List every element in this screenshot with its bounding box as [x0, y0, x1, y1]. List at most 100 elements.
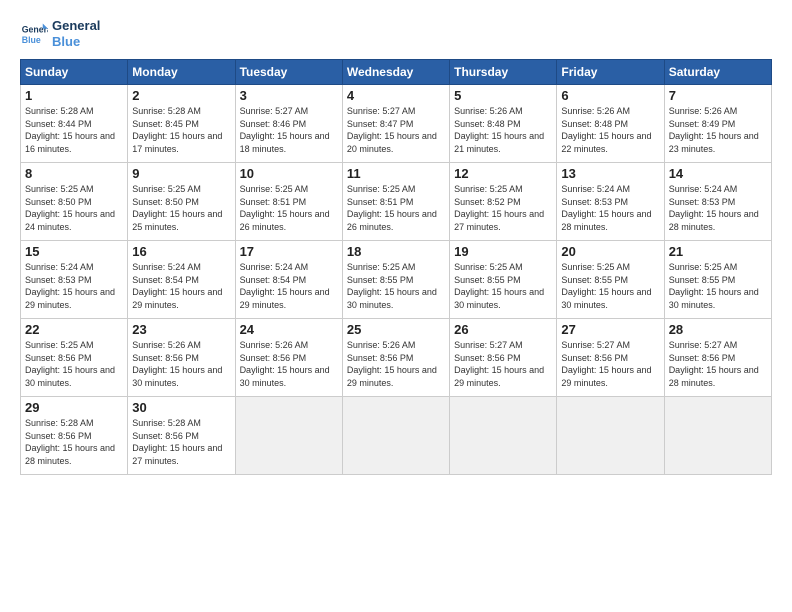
- day-cell-6: 6 Sunrise: 5:26 AM Sunset: 8:48 PM Dayli…: [557, 85, 664, 163]
- day-info: Sunrise: 5:26 AM Sunset: 8:56 PM Dayligh…: [132, 339, 230, 389]
- day-cell-5: 5 Sunrise: 5:26 AM Sunset: 8:48 PM Dayli…: [450, 85, 557, 163]
- day-number: 9: [132, 166, 230, 181]
- day-number: 28: [669, 322, 767, 337]
- day-cell-2: 2 Sunrise: 5:28 AM Sunset: 8:45 PM Dayli…: [128, 85, 235, 163]
- day-cell-18: 18 Sunrise: 5:25 AM Sunset: 8:55 PM Dayl…: [342, 241, 449, 319]
- day-cell-30: 30 Sunrise: 5:28 AM Sunset: 8:56 PM Dayl…: [128, 397, 235, 475]
- day-cell-27: 27 Sunrise: 5:27 AM Sunset: 8:56 PM Dayl…: [557, 319, 664, 397]
- week-row-5: 29 Sunrise: 5:28 AM Sunset: 8:56 PM Dayl…: [21, 397, 772, 475]
- day-info: Sunrise: 5:25 AM Sunset: 8:50 PM Dayligh…: [25, 183, 123, 233]
- svg-text:Blue: Blue: [22, 34, 41, 44]
- day-number: 18: [347, 244, 445, 259]
- day-info: Sunrise: 5:25 AM Sunset: 8:55 PM Dayligh…: [561, 261, 659, 311]
- header: General Blue General Blue: [20, 18, 772, 49]
- day-number: 13: [561, 166, 659, 181]
- day-cell-19: 19 Sunrise: 5:25 AM Sunset: 8:55 PM Dayl…: [450, 241, 557, 319]
- day-number: 21: [669, 244, 767, 259]
- calendar-table: Sunday Monday Tuesday Wednesday Thursday…: [20, 59, 772, 475]
- day-info: Sunrise: 5:28 AM Sunset: 8:44 PM Dayligh…: [25, 105, 123, 155]
- week-row-1: 1 Sunrise: 5:28 AM Sunset: 8:44 PM Dayli…: [21, 85, 772, 163]
- day-cell-12: 12 Sunrise: 5:25 AM Sunset: 8:52 PM Dayl…: [450, 163, 557, 241]
- day-cell-14: 14 Sunrise: 5:24 AM Sunset: 8:53 PM Dayl…: [664, 163, 771, 241]
- empty-cell: [450, 397, 557, 475]
- day-info: Sunrise: 5:27 AM Sunset: 8:46 PM Dayligh…: [240, 105, 338, 155]
- day-info: Sunrise: 5:25 AM Sunset: 8:56 PM Dayligh…: [25, 339, 123, 389]
- day-cell-8: 8 Sunrise: 5:25 AM Sunset: 8:50 PM Dayli…: [21, 163, 128, 241]
- day-cell-21: 21 Sunrise: 5:25 AM Sunset: 8:55 PM Dayl…: [664, 241, 771, 319]
- day-cell-3: 3 Sunrise: 5:27 AM Sunset: 8:46 PM Dayli…: [235, 85, 342, 163]
- day-info: Sunrise: 5:28 AM Sunset: 8:45 PM Dayligh…: [132, 105, 230, 155]
- logo-icon: General Blue: [20, 20, 48, 48]
- weekday-header-row: Sunday Monday Tuesday Wednesday Thursday…: [21, 60, 772, 85]
- day-info: Sunrise: 5:25 AM Sunset: 8:51 PM Dayligh…: [240, 183, 338, 233]
- day-number: 2: [132, 88, 230, 103]
- day-info: Sunrise: 5:25 AM Sunset: 8:50 PM Dayligh…: [132, 183, 230, 233]
- week-row-4: 22 Sunrise: 5:25 AM Sunset: 8:56 PM Dayl…: [21, 319, 772, 397]
- day-info: Sunrise: 5:27 AM Sunset: 8:56 PM Dayligh…: [561, 339, 659, 389]
- day-number: 22: [25, 322, 123, 337]
- logo: General Blue General Blue: [20, 18, 100, 49]
- calendar-page: General Blue General Blue Sunday Monday …: [0, 0, 792, 612]
- day-info: Sunrise: 5:24 AM Sunset: 8:53 PM Dayligh…: [561, 183, 659, 233]
- col-sunday: Sunday: [21, 60, 128, 85]
- day-cell-16: 16 Sunrise: 5:24 AM Sunset: 8:54 PM Dayl…: [128, 241, 235, 319]
- day-cell-9: 9 Sunrise: 5:25 AM Sunset: 8:50 PM Dayli…: [128, 163, 235, 241]
- day-info: Sunrise: 5:28 AM Sunset: 8:56 PM Dayligh…: [25, 417, 123, 467]
- day-info: Sunrise: 5:25 AM Sunset: 8:52 PM Dayligh…: [454, 183, 552, 233]
- day-number: 11: [347, 166, 445, 181]
- day-info: Sunrise: 5:28 AM Sunset: 8:56 PM Dayligh…: [132, 417, 230, 467]
- day-info: Sunrise: 5:25 AM Sunset: 8:51 PM Dayligh…: [347, 183, 445, 233]
- day-cell-15: 15 Sunrise: 5:24 AM Sunset: 8:53 PM Dayl…: [21, 241, 128, 319]
- day-cell-23: 23 Sunrise: 5:26 AM Sunset: 8:56 PM Dayl…: [128, 319, 235, 397]
- day-info: Sunrise: 5:24 AM Sunset: 8:53 PM Dayligh…: [25, 261, 123, 311]
- day-info: Sunrise: 5:26 AM Sunset: 8:48 PM Dayligh…: [561, 105, 659, 155]
- day-number: 7: [669, 88, 767, 103]
- day-info: Sunrise: 5:27 AM Sunset: 8:47 PM Dayligh…: [347, 105, 445, 155]
- day-number: 4: [347, 88, 445, 103]
- day-number: 27: [561, 322, 659, 337]
- day-cell-13: 13 Sunrise: 5:24 AM Sunset: 8:53 PM Dayl…: [557, 163, 664, 241]
- day-info: Sunrise: 5:25 AM Sunset: 8:55 PM Dayligh…: [347, 261, 445, 311]
- day-number: 15: [25, 244, 123, 259]
- week-row-3: 15 Sunrise: 5:24 AM Sunset: 8:53 PM Dayl…: [21, 241, 772, 319]
- day-info: Sunrise: 5:26 AM Sunset: 8:49 PM Dayligh…: [669, 105, 767, 155]
- day-cell-4: 4 Sunrise: 5:27 AM Sunset: 8:47 PM Dayli…: [342, 85, 449, 163]
- day-info: Sunrise: 5:27 AM Sunset: 8:56 PM Dayligh…: [454, 339, 552, 389]
- col-monday: Monday: [128, 60, 235, 85]
- day-number: 16: [132, 244, 230, 259]
- day-number: 1: [25, 88, 123, 103]
- day-cell-24: 24 Sunrise: 5:26 AM Sunset: 8:56 PM Dayl…: [235, 319, 342, 397]
- day-number: 29: [25, 400, 123, 415]
- day-number: 19: [454, 244, 552, 259]
- day-cell-11: 11 Sunrise: 5:25 AM Sunset: 8:51 PM Dayl…: [342, 163, 449, 241]
- day-info: Sunrise: 5:26 AM Sunset: 8:48 PM Dayligh…: [454, 105, 552, 155]
- col-saturday: Saturday: [664, 60, 771, 85]
- col-thursday: Thursday: [450, 60, 557, 85]
- empty-cell: [557, 397, 664, 475]
- day-number: 24: [240, 322, 338, 337]
- day-info: Sunrise: 5:24 AM Sunset: 8:54 PM Dayligh…: [240, 261, 338, 311]
- day-number: 6: [561, 88, 659, 103]
- empty-cell: [664, 397, 771, 475]
- day-info: Sunrise: 5:26 AM Sunset: 8:56 PM Dayligh…: [240, 339, 338, 389]
- day-cell-22: 22 Sunrise: 5:25 AM Sunset: 8:56 PM Dayl…: [21, 319, 128, 397]
- col-wednesday: Wednesday: [342, 60, 449, 85]
- day-cell-28: 28 Sunrise: 5:27 AM Sunset: 8:56 PM Dayl…: [664, 319, 771, 397]
- day-cell-25: 25 Sunrise: 5:26 AM Sunset: 8:56 PM Dayl…: [342, 319, 449, 397]
- day-cell-20: 20 Sunrise: 5:25 AM Sunset: 8:55 PM Dayl…: [557, 241, 664, 319]
- day-number: 30: [132, 400, 230, 415]
- day-cell-10: 10 Sunrise: 5:25 AM Sunset: 8:51 PM Dayl…: [235, 163, 342, 241]
- day-cell-17: 17 Sunrise: 5:24 AM Sunset: 8:54 PM Dayl…: [235, 241, 342, 319]
- day-number: 3: [240, 88, 338, 103]
- day-info: Sunrise: 5:25 AM Sunset: 8:55 PM Dayligh…: [454, 261, 552, 311]
- day-info: Sunrise: 5:26 AM Sunset: 8:56 PM Dayligh…: [347, 339, 445, 389]
- day-number: 8: [25, 166, 123, 181]
- day-cell-26: 26 Sunrise: 5:27 AM Sunset: 8:56 PM Dayl…: [450, 319, 557, 397]
- day-number: 26: [454, 322, 552, 337]
- day-number: 14: [669, 166, 767, 181]
- day-cell-29: 29 Sunrise: 5:28 AM Sunset: 8:56 PM Dayl…: [21, 397, 128, 475]
- day-number: 20: [561, 244, 659, 259]
- day-number: 17: [240, 244, 338, 259]
- day-number: 12: [454, 166, 552, 181]
- day-number: 5: [454, 88, 552, 103]
